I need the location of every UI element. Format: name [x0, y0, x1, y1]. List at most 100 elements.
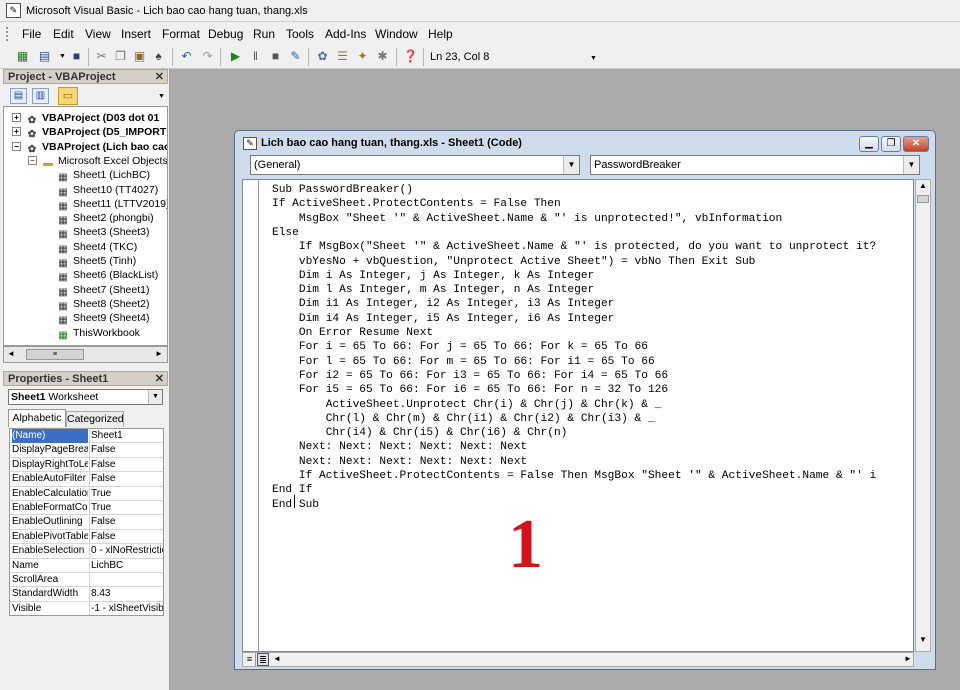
tree-item[interactable]: + ✿ VBAProject (D03 dot 01 — [12, 111, 159, 126]
copy-icon[interactable]: ❐ — [112, 48, 129, 65]
close-icon[interactable]: ✕ — [155, 70, 164, 85]
tab-categorized[interactable]: Categorized — [66, 411, 124, 427]
menu-add-ins[interactable]: Add-Ins — [325, 27, 366, 41]
property-row[interactable]: StandardWidth 8.43 — [10, 587, 163, 602]
property-row[interactable]: EnablePivotTable False — [10, 529, 163, 545]
scroll-up-icon[interactable]: ▲ — [919, 181, 927, 190]
tree-item[interactable]: ▦ Sheet10 (TT4027) — [56, 183, 158, 198]
object-browser-icon[interactable]: ✦ — [354, 48, 371, 65]
tree-item[interactable]: ▦ Sheet1 (LichBC) — [56, 168, 150, 183]
tree-item[interactable]: ▦ Sheet4 (TKC) — [56, 240, 137, 255]
menu-debug[interactable]: Debug — [208, 27, 243, 41]
property-value[interactable]: False — [91, 530, 163, 544]
view-excel-icon[interactable]: ▦ — [14, 48, 31, 65]
collapse-icon[interactable]: − — [12, 141, 21, 151]
scroll-thumb[interactable] — [917, 195, 929, 203]
tree-item[interactable]: − ✿ VBAProject (Lich bao cao — [12, 140, 167, 155]
chevron-down-icon[interactable]: ▼ — [563, 156, 579, 174]
reset-icon[interactable]: ■ — [267, 48, 284, 65]
tree-item[interactable]: − ▬ Microsoft Excel Objects — [28, 154, 167, 169]
property-row[interactable]: EnableSelection 0 - xlNoRestrictio — [10, 544, 163, 559]
close-icon[interactable]: ✕ — [155, 372, 164, 387]
menu-file[interactable]: File — [22, 27, 41, 41]
tree-item[interactable]: ▦ Sheet9 (Sheet4) — [56, 311, 149, 326]
tree-item[interactable]: ▦ Sheet6 (BlackList) — [56, 268, 158, 283]
toggle-folders-icon[interactable]: ▭ — [58, 87, 78, 105]
property-value[interactable]: False — [91, 515, 163, 529]
property-value[interactable]: 0 - xlNoRestrictio — [91, 544, 163, 558]
scroll-down-icon[interactable]: ▼ — [919, 635, 927, 644]
object-select[interactable]: Sheet1 Worksheet ▼ — [8, 389, 163, 405]
menu-run[interactable]: Run — [253, 27, 275, 41]
design-mode-icon[interactable]: ✎ — [287, 48, 304, 65]
view-code-icon[interactable]: ▤ — [10, 88, 27, 104]
menu-edit[interactable]: Edit — [53, 27, 74, 41]
property-row[interactable]: EnableCalculation True — [10, 486, 163, 501]
tree-item[interactable]: ▦ Sheet3 (Sheet3) — [56, 225, 149, 240]
break-icon[interactable]: ‖ — [247, 48, 264, 65]
tree-item[interactable]: ▦ Sheet5 (Tinh) — [56, 254, 136, 269]
property-row[interactable]: DisplayRightToLef False — [10, 457, 163, 473]
property-row[interactable]: Visible -1 - xlSheetVisib — [10, 601, 163, 615]
tree-item[interactable]: ▦ Sheet11 (LTTV2019) — [56, 197, 167, 212]
tree-item[interactable]: ▦ Sheet7 (Sheet1) — [56, 283, 149, 298]
save-icon[interactable]: ■ — [68, 48, 85, 65]
property-value[interactable]: Sheet1 — [91, 429, 163, 443]
menu-help[interactable]: Help — [428, 27, 453, 41]
property-row[interactable]: DisplayPageBreak False — [10, 443, 163, 458]
property-value[interactable]: False — [91, 458, 163, 472]
close-icon[interactable]: ✕ — [903, 136, 929, 152]
scroll-left-icon[interactable]: ◄ — [7, 349, 15, 358]
menu-tools[interactable]: Tools — [286, 27, 314, 41]
property-value[interactable]: False — [91, 443, 163, 457]
property-value[interactable]: LichBC — [91, 559, 163, 573]
menu-format[interactable]: Format — [162, 27, 200, 41]
toolbox-icon[interactable]: ✱ — [374, 48, 391, 65]
full-module-view-icon[interactable]: ≣ — [257, 653, 269, 666]
property-value[interactable]: -1 - xlSheetVisib — [91, 602, 163, 615]
procedure-combo[interactable]: PasswordBreaker ▼ — [590, 155, 920, 175]
tree-item[interactable]: ▦ Sheet8 (Sheet2) — [56, 297, 149, 312]
scroll-left-icon[interactable]: ◄ — [273, 654, 281, 663]
find-icon[interactable]: ♠ — [150, 48, 167, 65]
cut-icon[interactable]: ✂ — [93, 48, 110, 65]
project-horizontal-scrollbar[interactable]: ◄ ≡ ► — [3, 346, 168, 363]
property-row[interactable]: EnableAutoFilter False — [10, 472, 163, 487]
chevron-down-icon[interactable]: ▼ — [148, 390, 162, 404]
property-value[interactable]: True — [91, 487, 163, 501]
procedure-view-icon[interactable]: ≡ — [244, 653, 256, 666]
scroll-thumb[interactable]: ≡ — [26, 349, 84, 360]
project-explorer-icon[interactable]: ✿ — [314, 48, 331, 65]
menu-insert[interactable]: Insert — [121, 27, 151, 41]
chevron-down-icon[interactable]: ▼ — [903, 156, 919, 174]
code-vertical-scrollbar[interactable]: ▲ ▼ — [915, 179, 931, 652]
property-row[interactable]: EnableOutlining False — [10, 515, 163, 530]
restore-icon[interactable]: ❐ — [881, 136, 901, 152]
undo-icon[interactable]: ↶ — [178, 48, 195, 65]
tree-item[interactable]: + ✿ VBAProject (D5_IMPORT — [12, 125, 166, 140]
tree-item[interactable]: ▦ Sheet2 (phongbi) — [56, 211, 153, 226]
collapse-icon[interactable]: − — [28, 155, 37, 165]
minimize-icon[interactable]: ▁ — [859, 136, 879, 152]
property-row[interactable]: (Name) Sheet1 — [10, 429, 163, 444]
view-object-icon[interactable]: ▥ — [32, 88, 49, 104]
object-combo[interactable]: (General) ▼ — [250, 155, 580, 175]
code-editor[interactable]: Sub PasswordBreaker() If ActiveSheet.Prot… — [242, 179, 914, 652]
property-row[interactable]: EnableFormatCon True — [10, 501, 163, 516]
menu-window[interactable]: Window — [375, 27, 418, 41]
toolbar-options-icon[interactable]: ▼ — [590, 55, 597, 62]
property-row[interactable]: ScrollArea — [10, 573, 163, 588]
help-icon[interactable]: ❓ — [402, 48, 419, 65]
paste-icon[interactable]: ▣ — [131, 48, 148, 65]
expand-icon[interactable]: + — [12, 113, 21, 122]
scroll-right-icon[interactable]: ► — [155, 349, 163, 358]
insert-module-icon[interactable]: ▤ — [36, 48, 53, 65]
expand-icon[interactable]: + — [12, 127, 21, 137]
property-row[interactable]: Name LichBC — [10, 558, 163, 573]
properties-window-icon[interactable]: ☰ — [334, 48, 351, 65]
redo-icon[interactable]: ↷ — [199, 48, 216, 65]
property-value[interactable]: False — [91, 472, 163, 486]
run-icon[interactable]: ▶ — [227, 48, 244, 65]
chevron-down-icon[interactable]: ▼ — [158, 93, 165, 100]
property-value[interactable]: 8.43 — [91, 587, 163, 601]
